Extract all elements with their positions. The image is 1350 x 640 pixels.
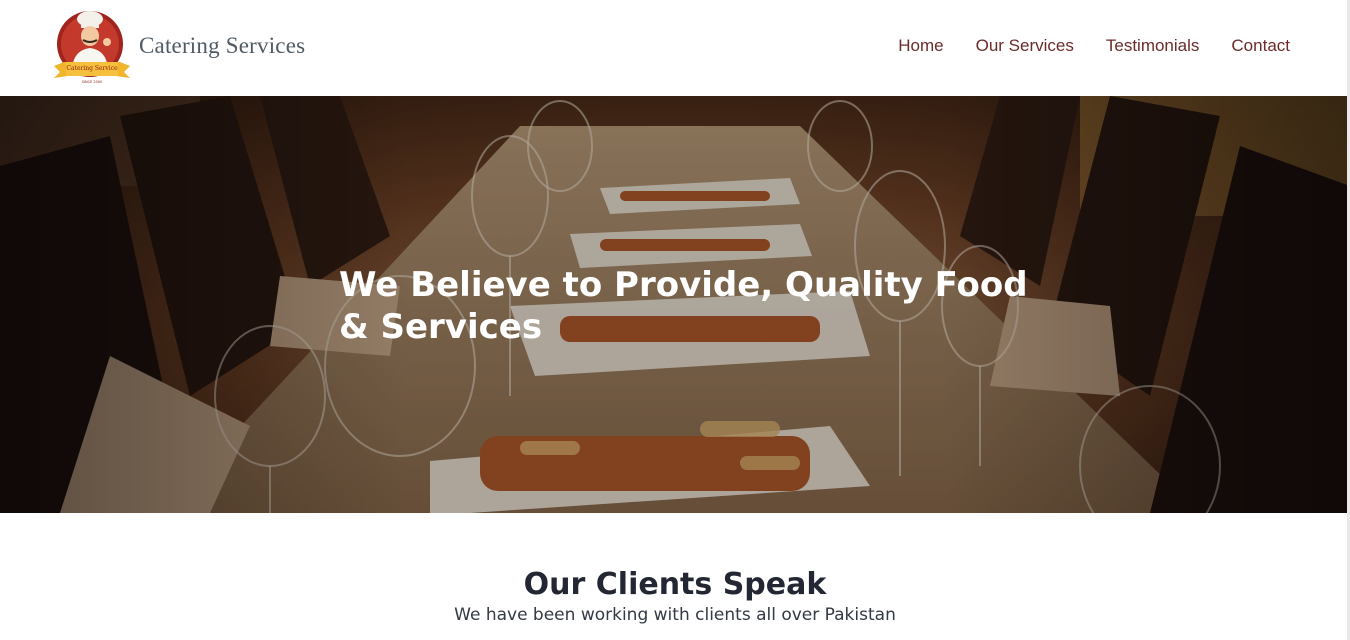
nav-link-our-services[interactable]: Our Services bbox=[976, 36, 1074, 56]
logo-text: Catering Service bbox=[66, 65, 118, 72]
chef-logo-icon[interactable]: Catering Service SINCE 2000 bbox=[50, 6, 134, 90]
site-header: Catering Service SINCE 2000 Catering Ser… bbox=[0, 0, 1350, 96]
logo-subtext: SINCE 2000 bbox=[82, 80, 103, 84]
clients-section-subtitle: We have been working with clients all ov… bbox=[454, 605, 896, 625]
clients-section-title: Our Clients Speak bbox=[523, 567, 827, 602]
hero-banner: We Believe to Provide, Quality Food & Se… bbox=[0, 96, 1350, 513]
brand-name[interactable]: Catering Services bbox=[139, 33, 305, 59]
main-nav: Home Our Services Testimonials Contact bbox=[866, 36, 1290, 56]
nav-link-home[interactable]: Home bbox=[898, 36, 943, 56]
hero-title: We Believe to Provide, Quality Food & Se… bbox=[339, 265, 1028, 347]
nav-link-contact[interactable]: Contact bbox=[1231, 36, 1290, 56]
nav-link-testimonials[interactable]: Testimonials bbox=[1106, 36, 1200, 56]
